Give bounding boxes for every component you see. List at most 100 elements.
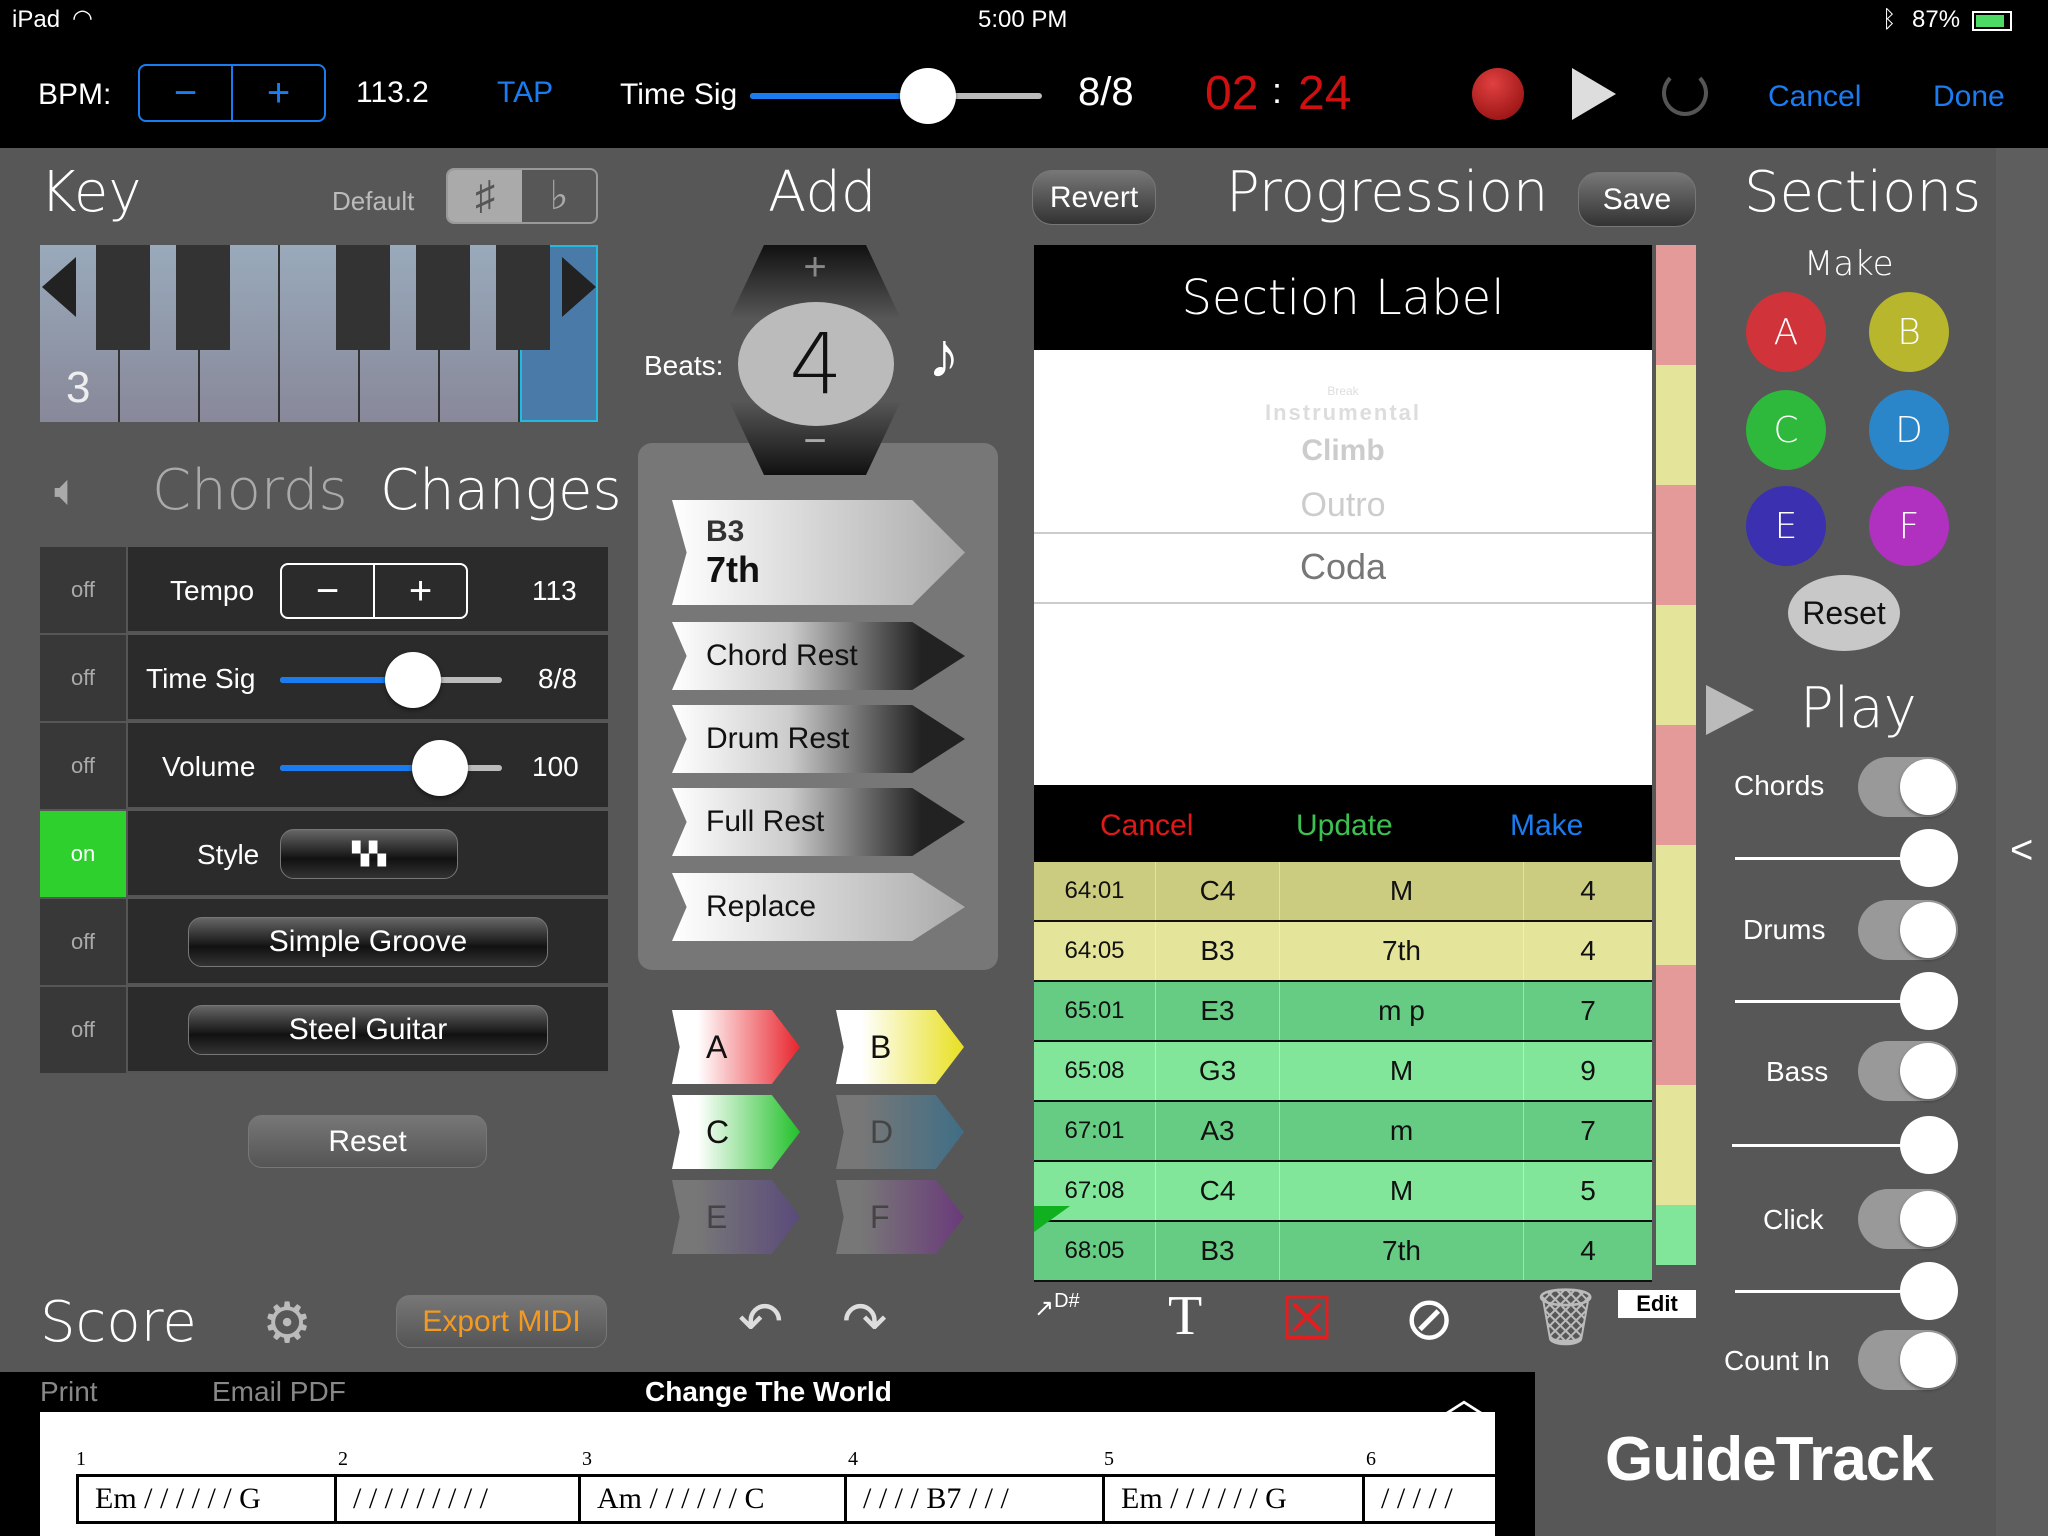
drum-rest-button[interactable]: Drum Rest (672, 705, 965, 773)
speaker-icon[interactable]: 🔈︎ (54, 466, 80, 516)
piano-black-key[interactable] (96, 245, 150, 350)
section-button-b[interactable]: B (1869, 292, 1949, 372)
replace-button[interactable]: Replace (672, 873, 965, 941)
picker-selected-option[interactable]: Coda (1034, 546, 1652, 588)
gear-icon[interactable]: ⚙ (262, 1290, 312, 1356)
style-toggle[interactable]: on (40, 811, 128, 897)
delete-section-icon[interactable]: ☒ (1280, 1284, 1334, 1354)
piano-black-key[interactable] (496, 245, 550, 350)
picker-option[interactable]: Climb (1034, 434, 1652, 468)
progression-row[interactable]: 67:01 A3 m 7 (1034, 1102, 1652, 1162)
tab-changes[interactable]: Changes (380, 458, 622, 523)
measure[interactable]: Em / / / / / / G (79, 1474, 337, 1524)
play-button[interactable] (1572, 68, 1616, 120)
slider-knob[interactable] (412, 740, 468, 796)
add-section-e[interactable]: E (672, 1180, 800, 1254)
slider-knob[interactable] (1900, 972, 1958, 1030)
instrument-toggle[interactable]: off (40, 987, 128, 1073)
tempo-decrement-button[interactable]: − (282, 565, 375, 617)
time-sig-change-slider[interactable] (280, 652, 502, 708)
tab-chords[interactable]: Chords (152, 458, 348, 523)
play-section-icon[interactable] (1706, 685, 1754, 735)
full-rest-button[interactable]: Full Rest (672, 788, 965, 856)
measure[interactable]: / / / / / / / / / (337, 1474, 581, 1524)
email-pdf-button[interactable]: Email PDF (212, 1376, 346, 1408)
section-color-band[interactable] (1656, 845, 1696, 965)
save-button[interactable]: Save (1578, 172, 1696, 227)
slider-knob[interactable] (385, 652, 441, 708)
progression-row[interactable]: 64:01 C4 M 4 (1034, 862, 1652, 922)
piano-black-key[interactable] (336, 245, 390, 350)
section-button-c[interactable]: C (1746, 390, 1826, 470)
text-icon[interactable]: T (1168, 1284, 1202, 1348)
accidental-toggle[interactable]: ♯ ♭ (446, 168, 598, 224)
style-button[interactable]: ▚▚ (280, 829, 458, 879)
section-color-band[interactable] (1656, 1085, 1696, 1205)
cancel-button[interactable]: Cancel (1768, 80, 1861, 114)
count-in-toggle[interactable] (1858, 1330, 1958, 1390)
add-chord-button[interactable]: B3 7th (672, 500, 965, 605)
add-section-b[interactable]: B (836, 1010, 964, 1084)
tempo-stepper[interactable]: − + (280, 563, 468, 619)
picker-option[interactable]: Break (1034, 384, 1652, 398)
volume-toggle[interactable]: off (40, 723, 128, 809)
octave-up-arrow-icon[interactable] (562, 257, 596, 317)
print-button[interactable]: Print (40, 1376, 98, 1408)
progression-row[interactable]: 65:08 G3 M 9 (1034, 1042, 1652, 1102)
piano-black-key[interactable] (176, 245, 230, 350)
measure[interactable]: / / / / B7 / / / (847, 1474, 1105, 1524)
slider-knob[interactable] (1900, 829, 1958, 887)
measure[interactable]: Em / / / / / / G (1105, 1474, 1365, 1524)
piano-black-key[interactable] (416, 245, 470, 350)
changes-reset-button[interactable]: Reset (248, 1115, 487, 1168)
sections-reset-button[interactable]: Reset (1788, 575, 1900, 651)
chords-toggle[interactable] (1858, 757, 1958, 817)
piano-keyboard[interactable]: 3 (40, 245, 598, 422)
section-color-band[interactable] (1656, 725, 1696, 845)
section-button-a[interactable]: A (1746, 292, 1826, 372)
octave-down-arrow-icon[interactable] (42, 257, 76, 317)
click-toggle[interactable] (1858, 1189, 1958, 1249)
time-sig-slider[interactable] (750, 68, 1042, 124)
section-color-band[interactable] (1656, 965, 1696, 1085)
add-section-a[interactable]: A (672, 1010, 800, 1084)
side-drawer-handle[interactable]: < (1996, 148, 2048, 1536)
bpm-increment-button[interactable]: + (233, 66, 324, 120)
section-make-button[interactable]: Make (1510, 809, 1583, 843)
flat-button[interactable]: ♭ (522, 170, 596, 222)
section-picker[interactable]: Break Instrumental Climb Outro Coda (1034, 350, 1652, 785)
tempo-increment-button[interactable]: + (375, 565, 466, 617)
section-color-band[interactable] (1656, 605, 1696, 725)
undo-icon[interactable]: ↶ (738, 1290, 783, 1353)
simple-groove-button[interactable]: Simple Groove (188, 917, 548, 967)
section-color-band[interactable] (1656, 365, 1696, 485)
eighth-note-icon[interactable]: ♪ (928, 318, 960, 392)
section-color-band[interactable] (1656, 1205, 1696, 1265)
measure[interactable]: Am / / / / / / C (581, 1474, 847, 1524)
groove-toggle[interactable]: off (40, 899, 128, 985)
progression-row[interactable]: 67:08 C4 M 5 (1034, 1162, 1652, 1222)
revert-button[interactable]: Revert (1032, 170, 1156, 225)
slider-knob[interactable] (900, 68, 956, 124)
picker-option[interactable]: Outro (1034, 486, 1652, 525)
chord-rest-button[interactable]: Chord Rest (672, 622, 965, 690)
bpm-stepper[interactable]: − + (138, 64, 326, 122)
add-section-f[interactable]: F (836, 1180, 964, 1254)
progression-row[interactable]: 65:01 E3 m p 7 (1034, 982, 1652, 1042)
drums-toggle[interactable] (1858, 900, 1958, 960)
tap-button[interactable]: TAP (497, 76, 553, 110)
edit-button[interactable]: Edit (1618, 1290, 1696, 1318)
slider-knob[interactable] (1900, 1262, 1958, 1320)
section-cancel-button[interactable]: Cancel (1100, 809, 1193, 843)
section-color-band[interactable] (1656, 485, 1696, 605)
tempo-toggle[interactable]: off (40, 547, 128, 633)
collapse-chevron-icon[interactable]: < (2010, 828, 2033, 873)
export-midi-button[interactable]: Export MIDI (396, 1295, 607, 1348)
done-button[interactable]: Done (1933, 80, 2005, 114)
volume-slider[interactable] (280, 740, 502, 796)
section-color-band[interactable] (1656, 245, 1696, 365)
sharp-button[interactable]: ♯ (448, 170, 522, 222)
add-section-c[interactable]: C (672, 1095, 800, 1169)
section-button-f[interactable]: F (1869, 486, 1949, 566)
section-button-e[interactable]: E (1746, 486, 1826, 566)
